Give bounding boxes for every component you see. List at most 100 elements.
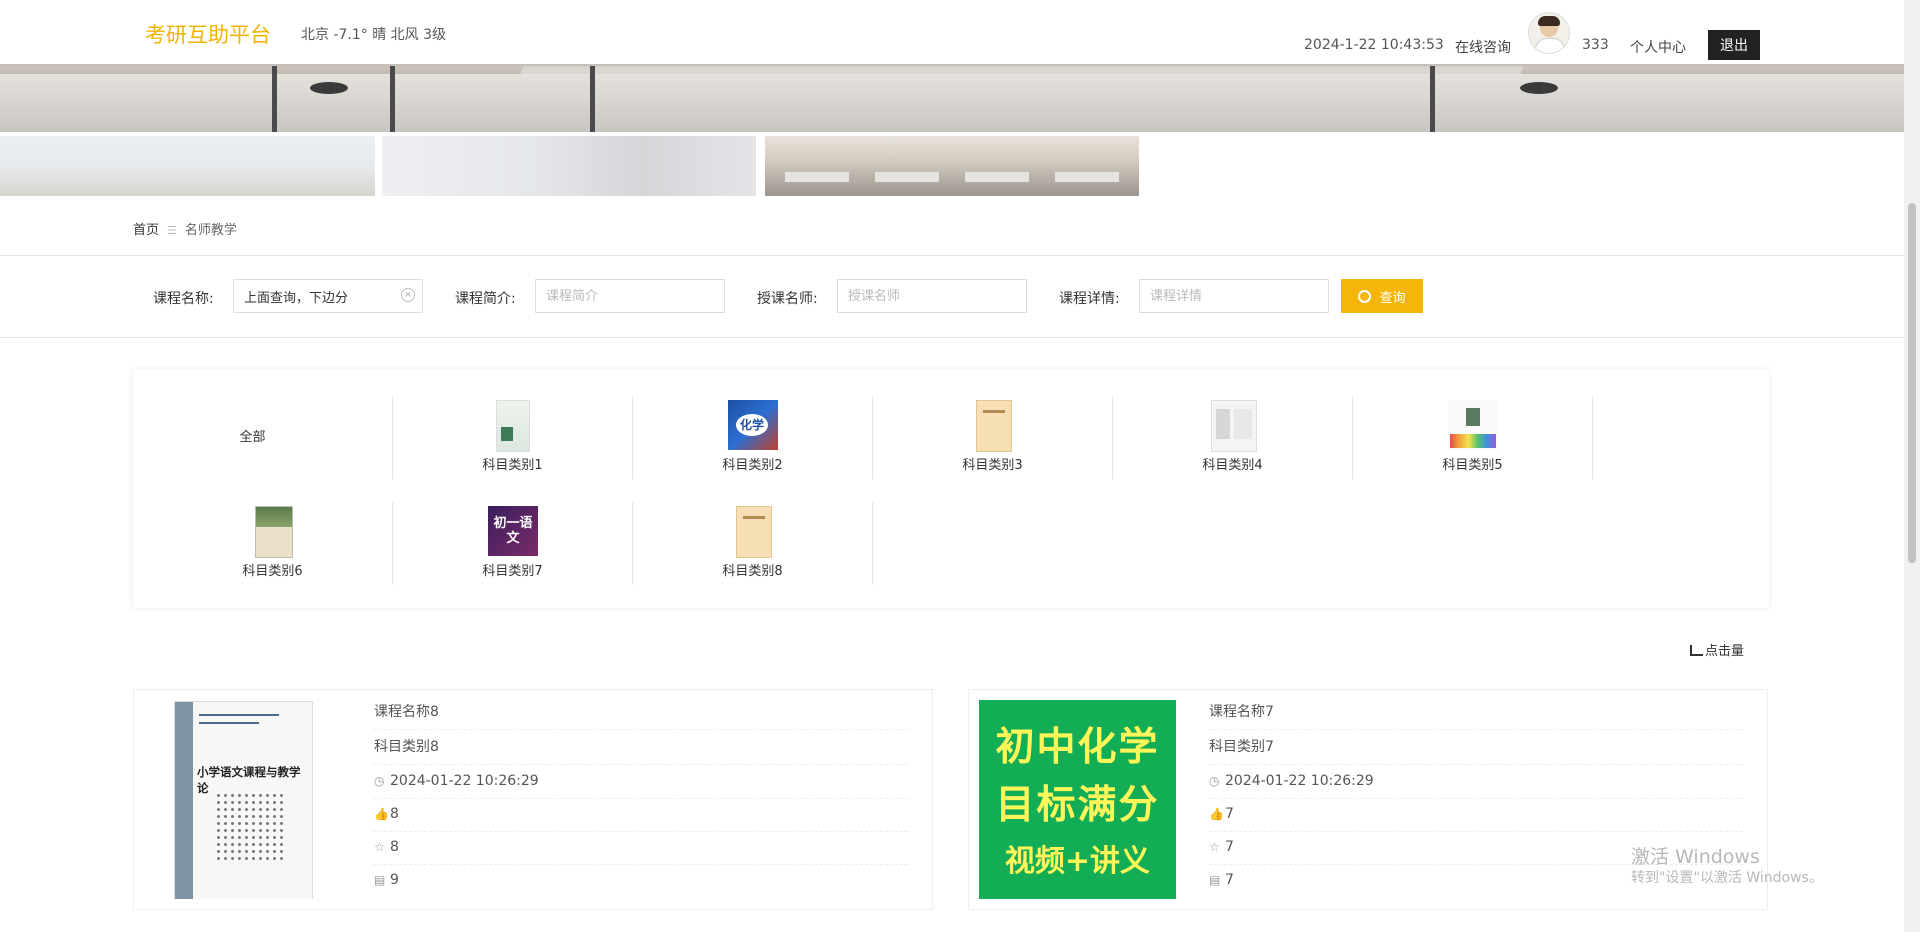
cover-text: 初一语文 [493,516,533,546]
category-item[interactable]: 科目类别3 [873,396,1112,479]
course-likes: 👍7 [1209,798,1743,832]
category-item[interactable]: 初一语文 科目类别7 [393,502,632,585]
course-detail-label: 课程详情: [1059,291,1120,307]
current-datetime: 2024-1-22 10:43:53 [1304,37,1444,53]
search-icon [1358,289,1372,303]
breadcrumb-home[interactable]: 首页 [133,223,159,238]
course-likes-text: 8 [390,806,399,822]
course-comments-text: 9 [390,872,399,888]
comment-icon: ▤ [1209,873,1221,887]
cover-graphic [1234,409,1252,439]
category-cover-image [1211,400,1257,452]
poster-line: 目标满分 [995,783,1160,828]
category-cover-image [976,400,1012,452]
online-consult-link[interactable]: 在线咨询 [1455,37,1511,57]
course-cover-image: 初中化学 目标满分 视频+讲义 [979,700,1176,899]
category-item[interactable]: 科目类别4 [1113,396,1352,479]
cover-graphic [199,722,259,724]
cover-text: 化学 [736,414,768,436]
banner-thumbnail-active[interactable] [765,136,1139,196]
category-cover-image [255,506,293,558]
banner-thumbnail[interactable] [382,136,756,196]
sort-by-clicks[interactable]: 点击量 [1690,640,1744,659]
scrollbar-thumb[interactable] [1908,203,1916,563]
course-comments: ▤ 9 [374,864,908,897]
cover-graphic [743,516,765,519]
teacher-label: 授课名师: [757,291,818,307]
course-likes-text: 7 [1225,806,1234,822]
site-logo[interactable]: 考研互助平台 [145,19,271,49]
banner-desk-leg [590,66,595,132]
course-name[interactable]: 课程名称7 [1209,696,1743,730]
category-label: 科目类别4 [1202,458,1263,473]
category-label: 科目类别2 [722,458,783,473]
category-label: 科目类别3 [962,458,1023,473]
search-button[interactable]: 查询 [1341,279,1423,313]
category-all[interactable]: 全部 [133,396,372,479]
banner-thumbnail[interactable] [0,136,375,196]
course-category: 科目类别7 [1209,731,1743,765]
category-label: 科目类别6 [242,564,303,579]
teacher-input[interactable] [837,279,1027,313]
category-label: 科目类别1 [482,458,543,473]
course-favorites-text: 7 [1225,839,1234,855]
course-name[interactable]: 课程名称8 [374,696,908,730]
course-favorites-text: 8 [390,839,399,855]
category-item[interactable]: 科目类别1 [393,396,632,479]
category-cover-image: 初一语文 [488,506,538,556]
page: 考研互助平台 北京 -7.1° 晴 北风 3级 2024-1-22 10:43:… [0,0,1904,932]
course-category: 科目类别8 [374,731,908,765]
category-label: 科目类别5 [1442,458,1503,473]
course-name-text: 课程名称7 [1209,704,1274,720]
category-item[interactable]: 科目类别6 [153,502,392,585]
banner-thumbnails [0,136,1139,196]
banner-desk-leg [1430,66,1435,132]
breadcrumb-separator-icon: ☰ [167,224,177,237]
thumb-desk-graphic [965,172,1029,182]
user-avatar[interactable] [1528,12,1570,54]
thumbs-up-icon: 👍 [1209,807,1224,821]
course-intro-label: 课程简介: [455,291,516,307]
course-category-text: 科目类别8 [374,739,439,755]
divider [0,337,1904,338]
clock-icon: ◷ [1209,774,1220,788]
cover-graphic [199,714,279,716]
thumb-desk-graphic [1055,172,1119,182]
poster-line: 初中化学 [995,725,1160,770]
logout-button[interactable]: 退出 [1708,30,1760,60]
clock-icon: ◷ [374,774,385,788]
category-item[interactable]: 科目类别8 [633,502,872,585]
course-detail-input[interactable] [1139,279,1329,313]
banner-desk-grommet [310,82,348,94]
star-icon: ☆ [1209,840,1220,854]
category-divider [1592,396,1593,479]
course-comments-text: 7 [1225,872,1234,888]
category-label: 科目类别8 [722,564,783,579]
avatar-body-graphic [1535,38,1565,53]
thumb-desk-graphic [875,172,939,182]
clear-input-icon[interactable]: × [401,288,415,302]
book-cover-graphic: 小学语文课程与教学论 [174,701,313,899]
course-time-text: 2024-01-22 10:26:29 [390,773,539,789]
course-time: ◷ 2024-01-22 10:26:29 [1209,765,1743,799]
course-name-text: 课程名称8 [374,704,439,720]
thumb-desk-graphic [785,172,849,182]
cover-graphic [983,410,1005,413]
banner-floor-graphic [0,74,1904,132]
course-name-input[interactable] [233,279,423,313]
course-card[interactable]: 小学语文课程与教学论 课程名称8 科目类别8 ◷ 2024-01-22 10:26… [133,689,933,910]
star-icon: ☆ [374,840,385,854]
banner-desk-leg [390,66,395,132]
chart-icon [1690,645,1703,656]
course-category-text: 科目类别7 [1209,739,1274,755]
windows-activation-hint: 转到"设置"以激活 Windows。 [1631,870,1823,886]
course-intro-input[interactable] [535,279,725,313]
cover-graphic [501,427,513,441]
category-item[interactable]: 化学 科目类别2 [633,396,872,479]
course-cover-image: 小学语文课程与教学论 [144,700,341,899]
banner-desk-leg [272,66,277,132]
personal-center-link[interactable]: 个人中心 [1630,37,1686,57]
category-item[interactable]: 科目类别5 [1353,396,1592,479]
cover-graphic [1466,408,1480,426]
weather-info: 北京 -7.1° 晴 北风 3级 [301,27,447,43]
